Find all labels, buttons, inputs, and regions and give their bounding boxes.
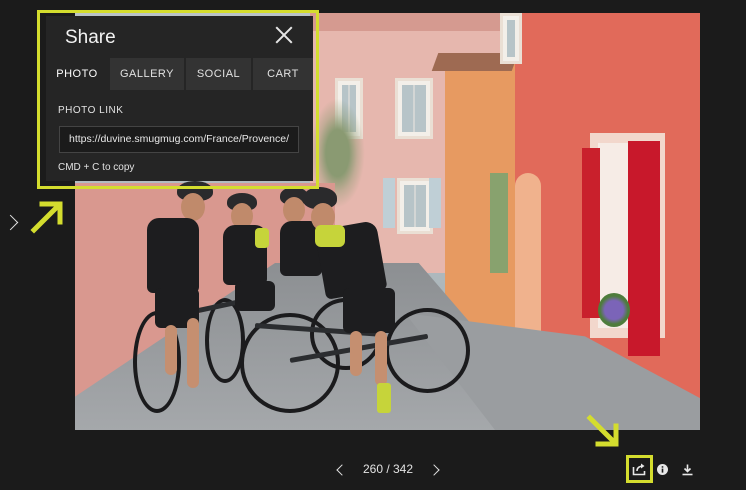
photo-window xyxy=(500,13,522,64)
next-photo-button[interactable] xyxy=(428,463,442,477)
photo-rider-jersey xyxy=(147,218,199,293)
download-icon[interactable] xyxy=(682,464,693,476)
photo-rider-sleeve xyxy=(255,228,269,248)
photo-rider-shorts xyxy=(235,281,275,311)
photo-shutter xyxy=(429,178,441,228)
annotation-arrow-icon xyxy=(586,414,619,447)
photo-window xyxy=(395,78,433,139)
chevron-right-icon xyxy=(2,214,19,231)
photo-rider-leg xyxy=(165,325,177,375)
photo-rider-leg xyxy=(375,331,387,386)
share-icon[interactable] xyxy=(632,462,647,476)
photo-rider-sock xyxy=(377,383,391,413)
photo-bike-wheel xyxy=(385,308,470,393)
info-icon[interactable] xyxy=(657,464,668,475)
photo-counter: 260 / 342 xyxy=(362,462,414,476)
photo-flower-box xyxy=(598,293,630,327)
photo-arch-doorway xyxy=(515,173,541,338)
annotation-arrow-icon xyxy=(30,201,63,234)
photo-rider-head xyxy=(181,193,205,221)
photo-rider-sleeve xyxy=(315,225,345,247)
photo-green-shutter xyxy=(490,173,508,273)
photo-red-shutter xyxy=(628,141,660,356)
chevron-left-icon xyxy=(336,464,348,476)
photo-rider-shorts xyxy=(343,288,395,333)
photo-red-shutter xyxy=(582,148,600,318)
chevron-right-icon xyxy=(428,464,440,476)
side-next-arrow[interactable] xyxy=(2,210,19,234)
photo-building-orange xyxy=(445,53,520,343)
photo-rider-leg xyxy=(350,331,362,376)
photo-shutter xyxy=(383,178,395,228)
photo-rider-head xyxy=(283,197,305,223)
highlight-box xyxy=(37,10,319,189)
photo-building-cornice xyxy=(310,13,515,31)
previous-photo-button[interactable] xyxy=(333,463,348,477)
photo-rider-leg xyxy=(187,318,199,388)
photo-window xyxy=(397,178,433,234)
